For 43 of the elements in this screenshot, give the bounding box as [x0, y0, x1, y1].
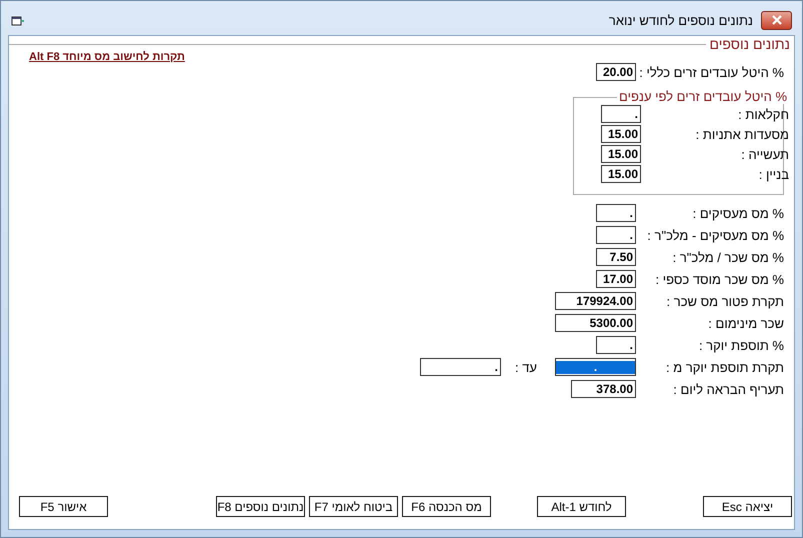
section-title: נתונים נוספים	[708, 36, 791, 52]
close-button[interactable]	[761, 10, 792, 30]
input-field[interactable]: .	[601, 105, 641, 123]
field-label: תקרת פטור מס שכר :	[666, 294, 785, 308]
field-label: % מס מעסיקים :	[692, 206, 785, 220]
input-field[interactable]: .	[596, 226, 636, 244]
field-label: תעריף הבראה ליום :	[672, 382, 785, 396]
input-field[interactable]: 15.00	[601, 125, 641, 143]
input-field[interactable]: .	[420, 358, 501, 376]
command-button[interactable]: אישור F5	[19, 496, 108, 517]
command-button[interactable]: יציאה Esc	[703, 496, 792, 517]
input-field[interactable]: 20.00	[596, 63, 636, 81]
field-label: חקלאות :	[737, 106, 790, 122]
input-field[interactable]: 17.00	[596, 270, 636, 288]
window-icon	[11, 15, 25, 27]
field-label: עד :	[515, 360, 537, 374]
field-label: שכר מינימום :	[707, 316, 785, 330]
command-button[interactable]: לחודש Alt-1	[537, 496, 626, 517]
input-field[interactable]: 5300.00	[555, 314, 636, 332]
field-label: מסעדות אתניות :	[694, 126, 790, 142]
close-icon	[770, 15, 782, 25]
field-label: % מס מעסיקים - מלכ"ר :	[646, 228, 785, 242]
field-label: % מס שכר מוסד כספי :	[654, 272, 785, 286]
input-field[interactable]: .	[596, 204, 636, 222]
input-field[interactable]: 15.00	[601, 145, 641, 163]
field-label: % היטל עובדים זרים כללי :	[642, 64, 785, 80]
window-title: נתונים נוספים לחודש ינואר	[608, 12, 753, 28]
field-label: % תוספת יוקר :	[698, 338, 785, 352]
special-tax-link[interactable]: תקרות לחישוב מס מיוחד Alt F8	[29, 52, 185, 62]
input-field[interactable]: .	[555, 358, 636, 376]
command-button[interactable]: ביטוח לאומי F7	[309, 496, 398, 517]
field-label: % מס שכר / מלכ"ר :	[672, 250, 785, 264]
input-field[interactable]: .	[596, 336, 636, 354]
input-field[interactable]: 15.00	[601, 165, 641, 183]
command-button[interactable]: נתונים נוספים F8	[216, 496, 305, 517]
command-button[interactable]: מס הכנסה F6	[402, 496, 491, 517]
field-label: תעשייה :	[740, 146, 790, 162]
input-field[interactable]: 179924.00	[555, 292, 636, 310]
input-field[interactable]: 7.50	[596, 248, 636, 266]
field-label: תקרת תוספת יוקר מ :	[665, 360, 785, 374]
input-field[interactable]: 378.00	[571, 380, 636, 398]
group-title: % היטל עובדים זרים לפי ענפים	[617, 89, 787, 104]
field-label: בניין :	[758, 166, 790, 182]
